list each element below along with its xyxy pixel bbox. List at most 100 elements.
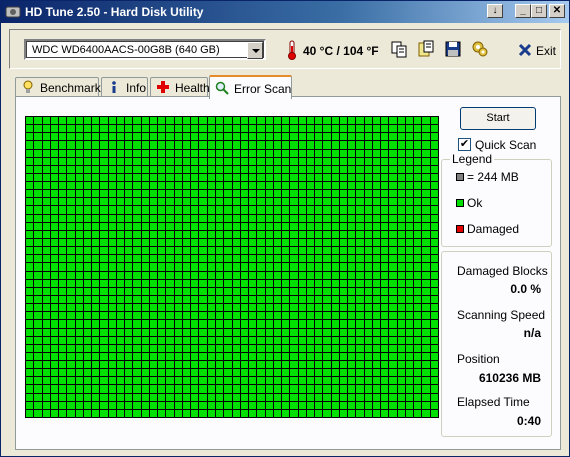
save-icon[interactable] xyxy=(444,40,462,58)
checkmark-icon[interactable]: ✔ xyxy=(458,138,471,151)
scan-block xyxy=(158,133,166,141)
scan-block xyxy=(348,401,356,409)
scan-block xyxy=(414,385,422,393)
options-icon[interactable] xyxy=(471,40,489,58)
scan-block xyxy=(100,206,108,214)
scan-block xyxy=(141,393,149,401)
scan-block xyxy=(414,206,422,214)
scan-block xyxy=(116,295,125,304)
scan-block xyxy=(364,393,372,401)
scan-block xyxy=(414,271,422,279)
chevron-down-icon[interactable] xyxy=(247,42,263,59)
scan-block xyxy=(414,230,422,239)
scan-block xyxy=(364,385,372,393)
scan-block xyxy=(100,239,108,247)
scan-block xyxy=(215,344,224,352)
scan-block xyxy=(298,214,306,222)
scan-block xyxy=(149,409,158,417)
scan-block xyxy=(224,304,232,312)
scan-block xyxy=(100,344,108,352)
scan-block xyxy=(125,198,133,206)
scan-block xyxy=(215,117,224,125)
scan-block xyxy=(265,230,273,239)
scan-block xyxy=(125,409,133,417)
scan-block xyxy=(92,125,100,133)
tab-info[interactable]: Info xyxy=(101,77,148,97)
scan-block xyxy=(116,312,125,320)
tab-error-scan[interactable]: Error Scan xyxy=(209,75,292,99)
scan-block xyxy=(133,320,141,328)
start-button[interactable]: Start xyxy=(460,107,536,130)
scan-block xyxy=(207,393,215,401)
close-button[interactable]: ✕ xyxy=(549,4,565,18)
scan-block xyxy=(26,182,34,190)
maximize-button[interactable]: □ xyxy=(531,4,547,18)
scan-block xyxy=(83,198,92,206)
scan-block xyxy=(339,222,348,230)
scan-block xyxy=(290,214,298,222)
scan-block xyxy=(430,263,438,271)
tab-health[interactable]: Health xyxy=(150,77,210,97)
scan-block xyxy=(265,320,273,328)
scan-block xyxy=(372,214,381,222)
scan-block xyxy=(207,165,215,173)
drive-select[interactable]: WDC WD6400AACS-00G8B (640 GB) xyxy=(24,39,266,60)
scan-block xyxy=(240,182,249,190)
scan-block xyxy=(141,369,149,377)
scan-block xyxy=(364,320,372,328)
copy-info-icon[interactable] xyxy=(417,40,435,58)
scan-block xyxy=(141,214,149,222)
scan-block xyxy=(240,320,249,328)
scan-block xyxy=(290,206,298,214)
scan-block xyxy=(356,247,364,255)
help-button[interactable]: ↓ xyxy=(487,4,503,18)
scan-block xyxy=(42,287,50,295)
scan-block xyxy=(83,352,92,361)
tab-benchmark[interactable]: Benchmark xyxy=(15,77,101,97)
scan-block xyxy=(282,352,290,361)
toolbar: WDC WD6400AACS-00G8B (640 GB) 40 °C / 10… xyxy=(9,29,561,69)
scan-block xyxy=(158,255,166,263)
scan-block xyxy=(75,190,83,198)
scan-block xyxy=(422,304,430,312)
scan-block xyxy=(265,409,273,417)
scan-block xyxy=(50,247,59,255)
scan-block xyxy=(298,255,306,263)
scan-block xyxy=(141,295,149,304)
scan-block xyxy=(26,385,34,393)
legend-label: Damaged xyxy=(467,222,520,236)
tab-label: Error Scan xyxy=(234,82,292,96)
scan-block xyxy=(199,165,207,173)
scan-block xyxy=(315,125,323,133)
scan-block xyxy=(215,255,224,263)
scan-block xyxy=(50,328,59,336)
exit-button[interactable]: Exit xyxy=(518,41,558,59)
scan-block xyxy=(348,255,356,263)
copy-icon[interactable] xyxy=(390,40,408,58)
scan-block xyxy=(273,385,282,393)
scan-block xyxy=(348,247,356,255)
scan-block xyxy=(315,182,323,190)
scan-block xyxy=(381,165,389,173)
scan-block xyxy=(67,173,75,182)
scan-block xyxy=(240,312,249,320)
scan-block xyxy=(207,304,215,312)
scan-block xyxy=(298,352,306,361)
scan-block xyxy=(257,369,265,377)
scan-block xyxy=(42,230,50,239)
elapsed-time-label: Elapsed Time xyxy=(457,395,530,409)
scan-block xyxy=(397,141,405,149)
title-bar[interactable]: HD Tune 2.50 - Hard Disk Utility ↓ _ □ ✕ xyxy=(1,1,569,23)
scan-block xyxy=(182,393,191,401)
scan-block xyxy=(364,222,372,230)
scan-block xyxy=(356,198,364,206)
scan-block xyxy=(422,328,430,336)
scan-block xyxy=(397,377,405,385)
scan-block xyxy=(191,149,199,157)
scan-block xyxy=(75,336,83,344)
scan-block xyxy=(290,304,298,312)
scan-block xyxy=(372,190,381,198)
scan-block xyxy=(224,369,232,377)
minimize-button[interactable]: _ xyxy=(515,4,531,18)
scan-block xyxy=(75,222,83,230)
